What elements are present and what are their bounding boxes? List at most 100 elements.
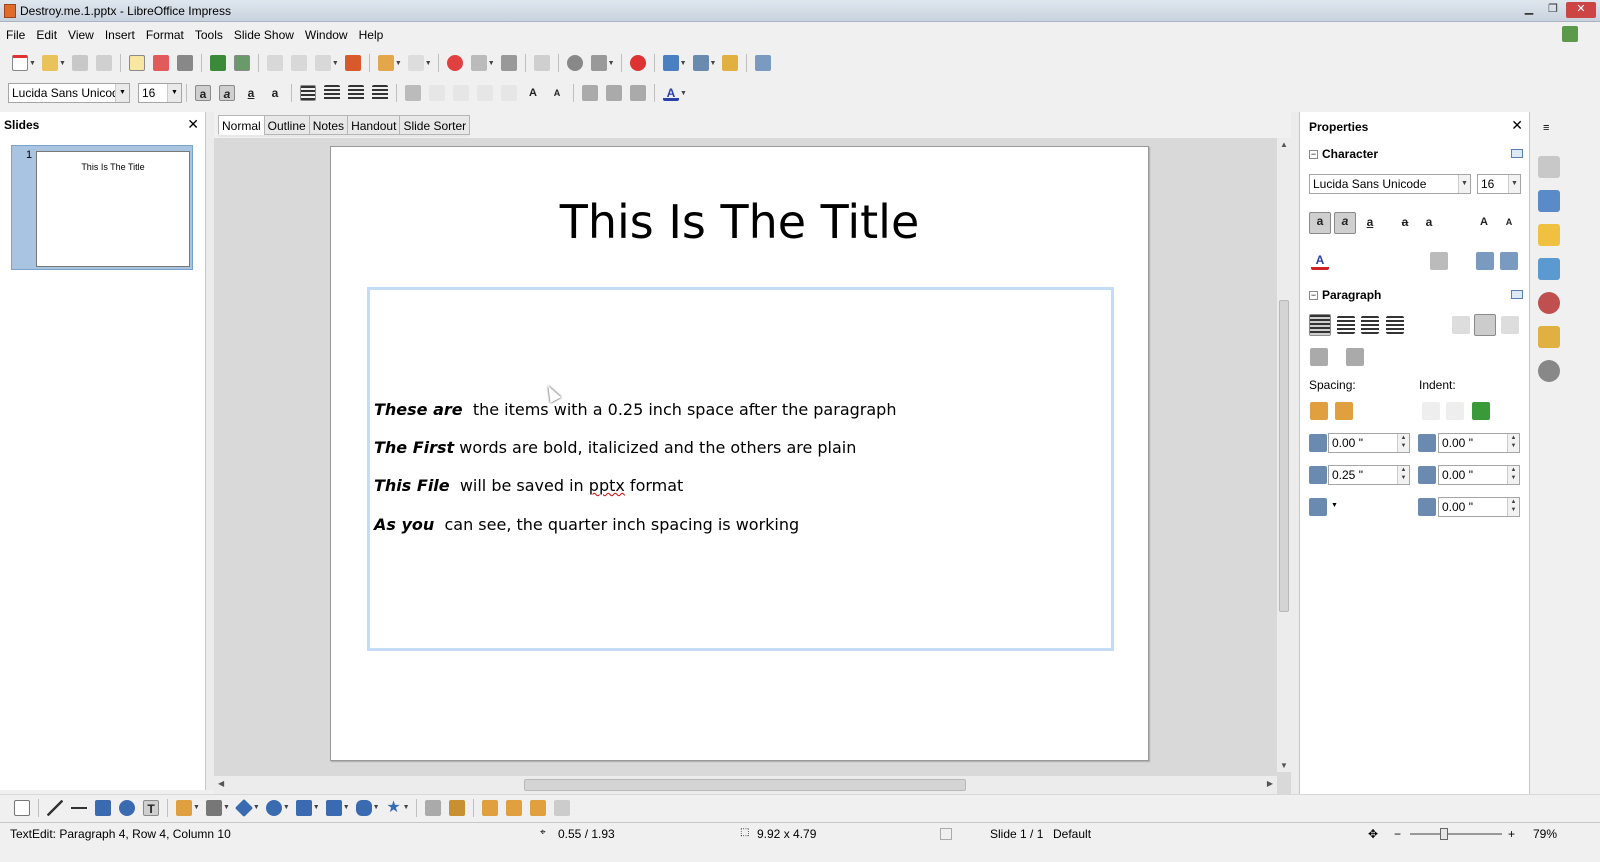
gallery-deck-icon[interactable] [1538, 326, 1560, 348]
character-spacing-icon[interactable] [1430, 252, 1448, 270]
tab-normal[interactable]: Normal [218, 115, 265, 135]
clone-formatting-icon[interactable] [344, 55, 361, 71]
scroll-down-icon[interactable]: ▼ [1280, 761, 1288, 770]
select-icon[interactable] [14, 799, 30, 816]
line-spacing-dropdown-icon[interactable]: ▼ [1331, 502, 1338, 509]
chart-icon[interactable] [446, 55, 463, 71]
before-indent-field[interactable]: 0.00 " ▲ ▼ [1438, 433, 1520, 453]
justify-icon[interactable] [372, 85, 388, 101]
zoom-icon[interactable] [590, 55, 607, 71]
slide-title[interactable]: This Is The Title [331, 195, 1148, 249]
extrusion-icon[interactable] [553, 799, 570, 816]
shadow-icon[interactable]: a [267, 85, 283, 101]
menu-edit[interactable]: Edit [30, 24, 62, 46]
menu-tools[interactable]: Tools [189, 24, 228, 46]
character-icon[interactable] [582, 85, 598, 101]
align-bottom-icon[interactable] [1501, 316, 1519, 334]
paste-icon[interactable] [314, 55, 331, 71]
bold-icon[interactable]: a [195, 85, 211, 101]
zoom-slider[interactable] [1410, 833, 1502, 835]
increase-spacing-icon[interactable] [1310, 402, 1328, 420]
spinner[interactable]: ▲ ▼ [1507, 498, 1519, 516]
flowchart-dropdown-icon[interactable]: ▼ [343, 804, 350, 811]
zoom-dropdown-icon[interactable]: ▼ [608, 60, 615, 67]
zoom-level[interactable]: 79% [1533, 827, 1557, 841]
tab-outline[interactable]: Outline [263, 115, 310, 135]
font-color-dropdown-icon[interactable]: ▼ [680, 90, 687, 97]
menu-window[interactable]: Window [299, 24, 353, 46]
scroll-up-icon[interactable]: ▲ [1280, 140, 1288, 149]
italic-icon[interactable]: a [219, 85, 235, 101]
italic-icon[interactable]: a [1334, 212, 1356, 234]
line-spacing-icon[interactable] [1309, 498, 1327, 516]
ellipse-icon[interactable] [119, 799, 135, 816]
points-icon[interactable] [424, 799, 441, 816]
slide-thumbnail-selected[interactable]: 1 This Is The Title [11, 145, 193, 270]
save-icon[interactable] [71, 55, 88, 71]
after-indent-field[interactable]: 0.00 " ▲ ▼ [1438, 465, 1520, 485]
navigator-deck-icon[interactable] [1538, 360, 1560, 382]
numbering-icon[interactable] [1346, 348, 1364, 366]
horizontal-scroll-thumb[interactable] [524, 779, 966, 791]
slide-thumbnail[interactable]: This Is The Title [36, 151, 190, 267]
block-arrows-icon[interactable] [295, 799, 312, 816]
content-line-1[interactable]: These are the items with a 0.25 inch spa… [374, 400, 896, 419]
connector-icon[interactable] [205, 799, 222, 816]
scroll-right-icon[interactable]: ▶ [1267, 779, 1273, 788]
master-slides-deck-icon[interactable] [1538, 292, 1560, 314]
spinner[interactable]: ▲ ▼ [1397, 434, 1409, 452]
bullets-icon[interactable] [405, 85, 421, 101]
basic-shapes-icon[interactable] [234, 798, 253, 817]
left-splitter[interactable] [206, 112, 214, 790]
increase-font-icon[interactable]: A [525, 85, 541, 101]
character-section-header[interactable]: − Character [1309, 147, 1378, 161]
redo-dropdown-icon[interactable]: ▼ [425, 60, 432, 67]
menu-format[interactable]: Format [140, 24, 189, 46]
more-options-icon[interactable] [1511, 290, 1523, 299]
maximize-button[interactable]: ❐ [1542, 2, 1564, 18]
collapse-icon[interactable]: − [1309, 291, 1318, 301]
scroll-left-icon[interactable]: ◀ [218, 779, 224, 788]
sidebar-menu-icon[interactable]: ≡ [1543, 122, 1549, 134]
menu-file[interactable]: File [0, 24, 30, 46]
hanging-indent-icon[interactable] [1472, 402, 1490, 420]
hyperlink-icon[interactable] [500, 55, 517, 71]
cut-icon[interactable] [266, 55, 283, 71]
layouts-deck-icon[interactable] [1538, 190, 1560, 212]
sidebar-font-size[interactable]: 16 ▼ [1477, 174, 1521, 194]
stars-icon[interactable]: ★ [386, 799, 402, 816]
fit-page-icon[interactable]: ✥ [1368, 827, 1378, 841]
menu-view[interactable]: View [62, 24, 99, 46]
decrease-font-icon[interactable]: A [549, 85, 565, 101]
shadow-icon[interactable]: a [1420, 214, 1438, 232]
close-window-button[interactable]: ✕ [1566, 2, 1596, 18]
zoom-in-icon[interactable]: + [1508, 827, 1515, 841]
align-center-icon[interactable] [1337, 316, 1355, 334]
misspelled-word[interactable]: pptx [589, 476, 625, 495]
tab-handout[interactable]: Handout [347, 115, 401, 135]
autospellcheck-icon[interactable] [233, 55, 250, 71]
slide-canvas[interactable]: This Is The Title These are the items wi… [330, 146, 1149, 761]
chevron-down-icon[interactable]: ▼ [1458, 175, 1470, 193]
font-color-icon[interactable]: A [1311, 252, 1329, 270]
bold-icon[interactable]: a [1309, 212, 1331, 234]
minimize-button[interactable]: ▁ [1518, 2, 1540, 18]
increase-font-icon[interactable]: A [1475, 214, 1493, 232]
table-icon[interactable] [470, 55, 487, 71]
arrow-icon[interactable] [71, 799, 87, 816]
subscript-icon[interactable] [1500, 252, 1518, 270]
symbol-shapes-icon[interactable] [265, 799, 282, 816]
views-dropdown-icon[interactable]: ▼ [710, 60, 717, 67]
align-right-icon[interactable] [1361, 316, 1379, 334]
shapes-dropdown-icon[interactable]: ▼ [253, 804, 260, 811]
close-icon[interactable]: ✕ [1511, 117, 1523, 134]
symbols-dropdown-icon[interactable]: ▼ [283, 804, 290, 811]
curve-icon[interactable] [176, 799, 192, 816]
gallery-icon[interactable] [529, 799, 546, 816]
menu-help[interactable]: Help [353, 24, 389, 46]
spinner[interactable]: ▲ ▼ [1397, 466, 1409, 484]
new-dropdown-icon[interactable]: ▼ [29, 60, 36, 67]
content-line-2[interactable]: The First words are bold, italicized and… [374, 438, 856, 457]
decrease-font-icon[interactable]: A [1500, 214, 1518, 232]
first-line-indent-field[interactable]: 0.00 " ▲ ▼ [1438, 497, 1520, 517]
